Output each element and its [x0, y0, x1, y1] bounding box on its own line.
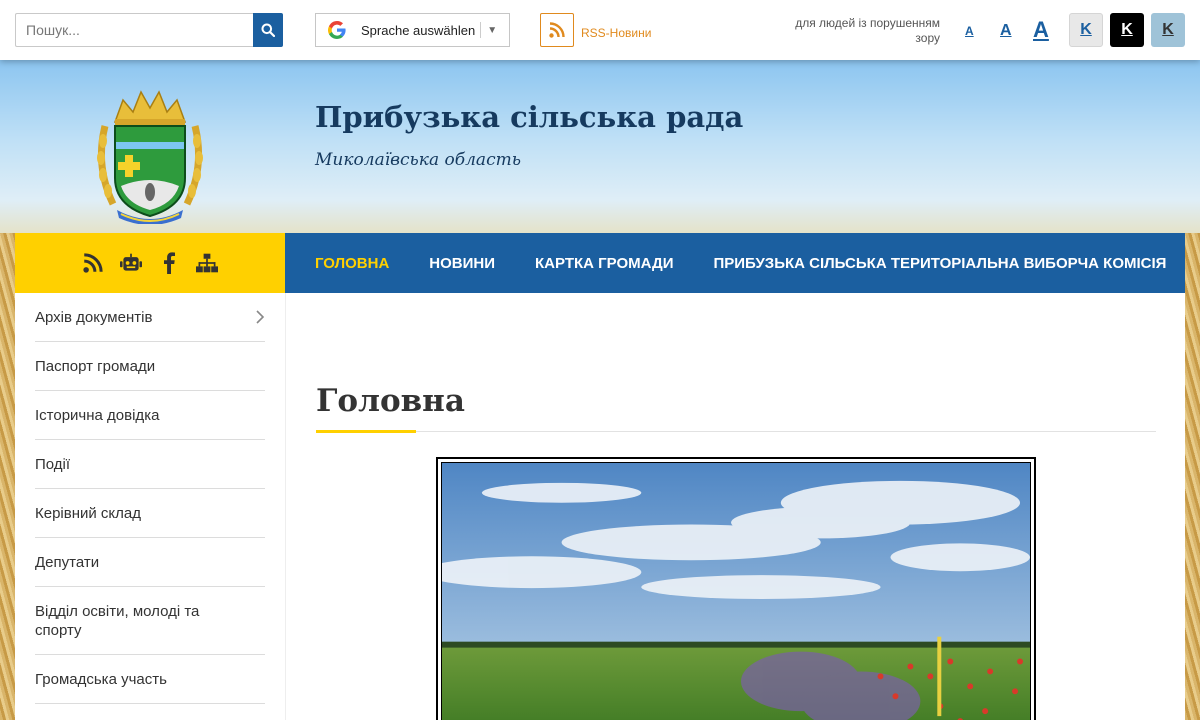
landscape-photo — [436, 457, 1036, 720]
sidebar-item-label: Керівний склад — [35, 504, 142, 522]
sidebar-item-label: Події — [35, 455, 71, 473]
nav-item-home[interactable]: ГОЛОВНА — [315, 255, 389, 272]
field-landscape-graphic — [442, 463, 1030, 720]
translate-divider — [480, 22, 482, 38]
contrast-blue-button[interactable]: K — [1151, 13, 1185, 47]
translate-select[interactable]: Sprache auswählen ▼ — [315, 13, 510, 47]
sidebar-item-label: Депутати — [35, 553, 100, 571]
sidebar-item-education[interactable]: Відділ освіти, молоді та спорту — [35, 587, 265, 655]
nav-item-community-card[interactable]: КАРТКА ГРОМАДИ — [535, 255, 673, 272]
main-navigation: ГОЛОВНА НОВИНИ КАРТКА ГРОМАДИ ПРИБУЗЬКА … — [285, 233, 1185, 293]
rss-button[interactable] — [540, 13, 574, 47]
sidebar-item-label: Відділ освіти, молоді та спорту — [35, 602, 200, 639]
sidebar-item-events[interactable]: Події — [35, 440, 265, 489]
title-accent-bar — [316, 430, 416, 433]
page-title: Головна — [316, 383, 465, 419]
facebook-link[interactable] — [158, 252, 180, 274]
chevron-right-icon — [256, 310, 265, 324]
robot-icon — [120, 253, 142, 271]
coat-of-arms-logo[interactable] — [93, 86, 207, 224]
search-input[interactable] — [15, 13, 254, 47]
rss-news-link[interactable]: RSS-Новини — [581, 26, 651, 40]
landscape-image — [441, 462, 1031, 720]
sidebar-item-public-participation[interactable]: Громадська участь — [35, 655, 265, 704]
sidebar-item-label: Історична довідка — [35, 406, 160, 424]
site-subtitle: Миколаївська область — [315, 150, 521, 170]
sidebar-item-deputies[interactable]: Депутати — [35, 538, 265, 587]
font-size-small-button[interactable]: A — [965, 24, 974, 38]
background-wheat-left — [0, 233, 15, 720]
background-wheat-right — [1185, 233, 1200, 720]
nav-item-news[interactable]: НОВИНИ — [429, 255, 495, 272]
contrast-dark-button[interactable]: K — [1110, 13, 1144, 47]
sitemap-link[interactable] — [196, 252, 218, 274]
contrast-normal-button[interactable]: K — [1069, 13, 1103, 47]
sidebar-item-history[interactable]: Історична довідка — [35, 391, 265, 440]
chevron-down-icon: ▼ — [487, 24, 498, 36]
sidebar-item-label: Громадська участь — [35, 670, 167, 688]
accessibility-label: для людей із порушенням зору — [795, 16, 940, 45]
rss-icon — [83, 253, 103, 273]
facebook-icon — [164, 252, 175, 274]
search-button[interactable] — [253, 13, 283, 47]
sidebar-item-label: Паспорт громади — [35, 357, 156, 375]
main-content: Головна — [285, 293, 1185, 720]
sidebar-item-leadership[interactable]: Керівний склад — [35, 489, 265, 538]
nav-item-election-commission[interactable]: ПРИБУЗЬКА СІЛЬСЬКА ТЕРИТОРІАЛЬНА ВИБОРЧА… — [713, 255, 1166, 272]
search-icon — [261, 23, 275, 37]
font-size-medium-button[interactable]: A — [1000, 22, 1012, 40]
social-links-bar — [15, 233, 285, 293]
top-bar: Sprache auswählen ▼ RSS-Новини для людей… — [0, 0, 1200, 60]
site-title[interactable]: Прибузька сільська рада — [315, 100, 743, 134]
sitemap-icon — [196, 253, 218, 273]
sidebar-item-label: Архів документів — [35, 308, 153, 326]
sidebar-menu: Архів документів Паспорт громади Історич… — [15, 293, 285, 720]
font-size-large-button[interactable]: A — [1033, 17, 1049, 43]
rss-icon — [549, 22, 565, 38]
sidebar-item-documents-archive[interactable]: Архів документів — [35, 293, 265, 342]
robot-link[interactable] — [120, 252, 142, 274]
google-icon — [328, 21, 346, 39]
rss-feed-link[interactable] — [82, 252, 104, 274]
title-divider — [316, 431, 1156, 432]
translate-label: Sprache auswählen — [361, 22, 476, 38]
sidebar-item-community-passport[interactable]: Паспорт громади — [35, 342, 265, 391]
